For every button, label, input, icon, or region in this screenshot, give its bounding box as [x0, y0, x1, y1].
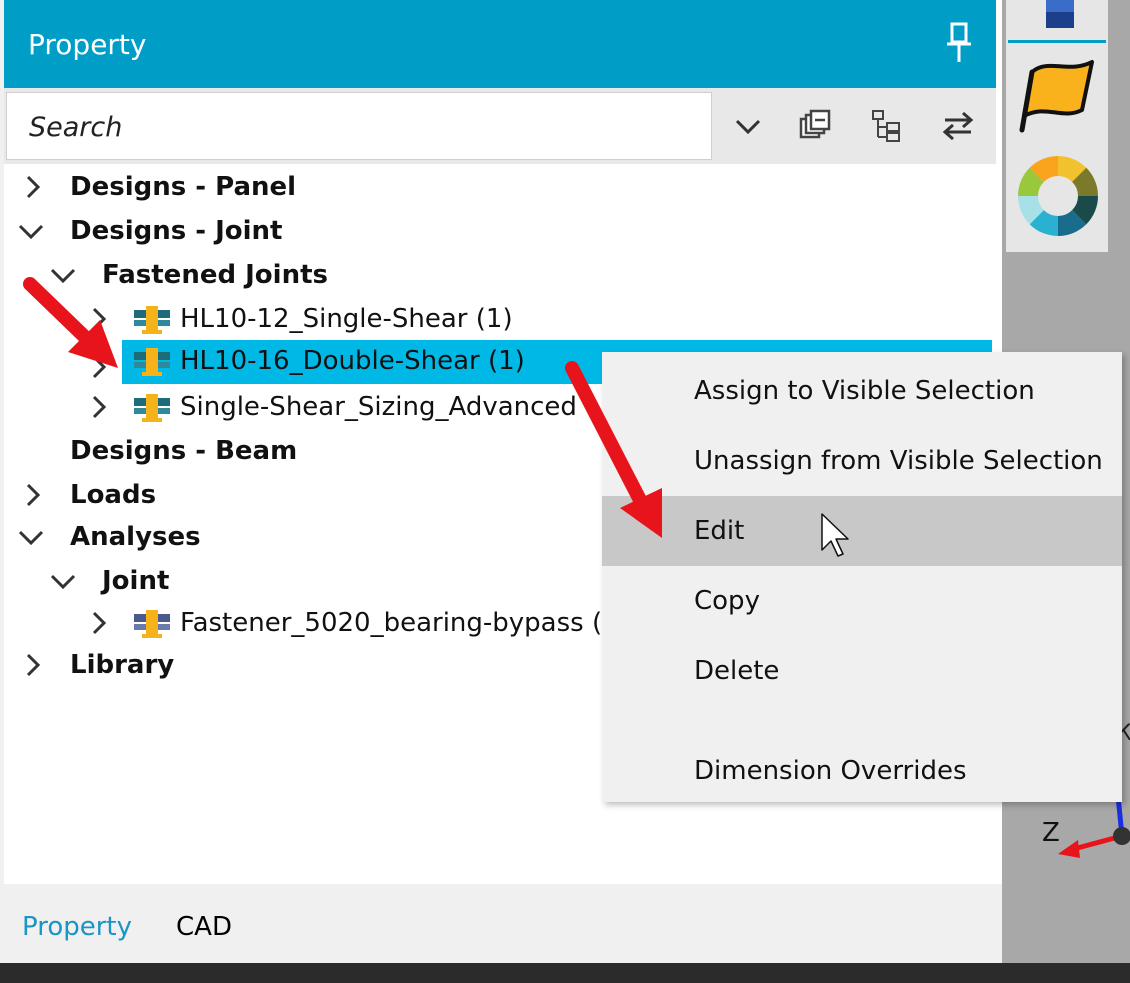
- collapse-all-icon[interactable]: [794, 106, 834, 146]
- tree-node-label: Library: [70, 650, 175, 680]
- bottom-tab-bar: Property CAD: [4, 884, 1002, 964]
- chevron-down-icon[interactable]: [728, 106, 768, 146]
- tree-node-label: HL10-16_Double-Shear (1): [180, 346, 525, 376]
- menu-item-assign[interactable]: Assign to Visible Selection: [602, 356, 1122, 426]
- tree-node-label: Designs - Beam: [70, 436, 298, 466]
- right-toolbar: [1006, 0, 1108, 252]
- chevron-right-icon[interactable]: [20, 482, 46, 508]
- tree-node-designs-beam[interactable]: Designs - Beam: [4, 430, 604, 474]
- fastener-joint-icon: [134, 348, 170, 376]
- tree-node-joint-hl10-12[interactable]: HL10-12_Single-Shear (1): [4, 298, 604, 342]
- flag-icon[interactable]: [1018, 52, 1098, 136]
- status-bar: [0, 963, 1130, 983]
- menu-item-unassign[interactable]: Unassign from Visible Selection: [602, 426, 1122, 496]
- tree-node-label: Fastener_5020_bearing-bypass (: [180, 608, 603, 638]
- chevron-right-icon[interactable]: [86, 354, 112, 380]
- tree-node-label: Loads: [70, 480, 157, 510]
- chevron-down-icon[interactable]: [50, 262, 76, 288]
- context-menu: Assign to Visible Selection Unassign fro…: [602, 352, 1122, 802]
- chevron-down-icon[interactable]: [18, 524, 44, 550]
- tree-node-analyses[interactable]: Analyses: [4, 516, 604, 560]
- axis-z-label: Z: [1042, 818, 1060, 848]
- panel-title: Property: [28, 28, 147, 61]
- chevron-right-icon[interactable]: [20, 174, 46, 200]
- fastener-joint-icon: [134, 394, 170, 422]
- tree-node-label: Single-Shear_Sizing_Advanced (: [180, 392, 596, 422]
- tree-node-library[interactable]: Library: [4, 644, 604, 688]
- color-wheel-icon[interactable]: [1016, 154, 1100, 238]
- tree-node-loads[interactable]: Loads: [4, 474, 604, 518]
- search-input[interactable]: [27, 111, 691, 144]
- menu-item-copy[interactable]: Copy: [602, 566, 1122, 636]
- pin-icon[interactable]: [944, 22, 974, 64]
- tree-node-label: Fastened Joints: [102, 260, 328, 290]
- tree-node-joint-single-shear-sizing[interactable]: Single-Shear_Sizing_Advanced (: [4, 386, 604, 430]
- layers-icon[interactable]: [1008, 0, 1106, 43]
- menu-item-delete[interactable]: Delete: [602, 636, 1122, 706]
- tree-node-label: Joint: [102, 566, 170, 596]
- fastener-joint-icon: [134, 306, 170, 334]
- search-box: [6, 92, 712, 160]
- search-toolbar: [4, 88, 996, 164]
- menu-item-edit[interactable]: Edit: [602, 496, 1122, 566]
- chevron-down-icon[interactable]: [18, 218, 44, 244]
- chevron-down-icon[interactable]: [50, 568, 76, 594]
- chevron-right-icon[interactable]: [86, 394, 112, 420]
- tab-property[interactable]: Property: [22, 912, 132, 942]
- tree-node-fastened-joints[interactable]: Fastened Joints: [4, 254, 604, 298]
- tree-hierarchy-icon[interactable]: [866, 106, 906, 146]
- tree-node-label: Designs - Joint: [70, 216, 283, 246]
- tree-node-label: Designs - Panel: [70, 172, 297, 202]
- swap-arrows-icon[interactable]: [938, 106, 978, 146]
- tree-node-label: Analyses: [70, 522, 201, 552]
- menu-item-dimension-overrides[interactable]: Dimension Overrides: [602, 736, 1122, 806]
- tree-node-label: HL10-12_Single-Shear (1): [180, 304, 513, 334]
- tab-cad[interactable]: CAD: [176, 912, 232, 942]
- chevron-right-icon[interactable]: [20, 652, 46, 678]
- tree-node-analyses-joint[interactable]: Joint: [4, 560, 604, 604]
- chevron-right-icon[interactable]: [86, 306, 112, 332]
- panel-titlebar: Property: [4, 0, 996, 88]
- fastener-analysis-icon: [134, 610, 170, 638]
- tree-node-designs-joint[interactable]: Designs - Joint: [4, 210, 604, 254]
- tree-node-designs-panel[interactable]: Designs - Panel: [4, 166, 604, 210]
- tree-node-fastener-5020[interactable]: Fastener_5020_bearing-bypass (: [4, 602, 604, 646]
- chevron-right-icon[interactable]: [86, 610, 112, 636]
